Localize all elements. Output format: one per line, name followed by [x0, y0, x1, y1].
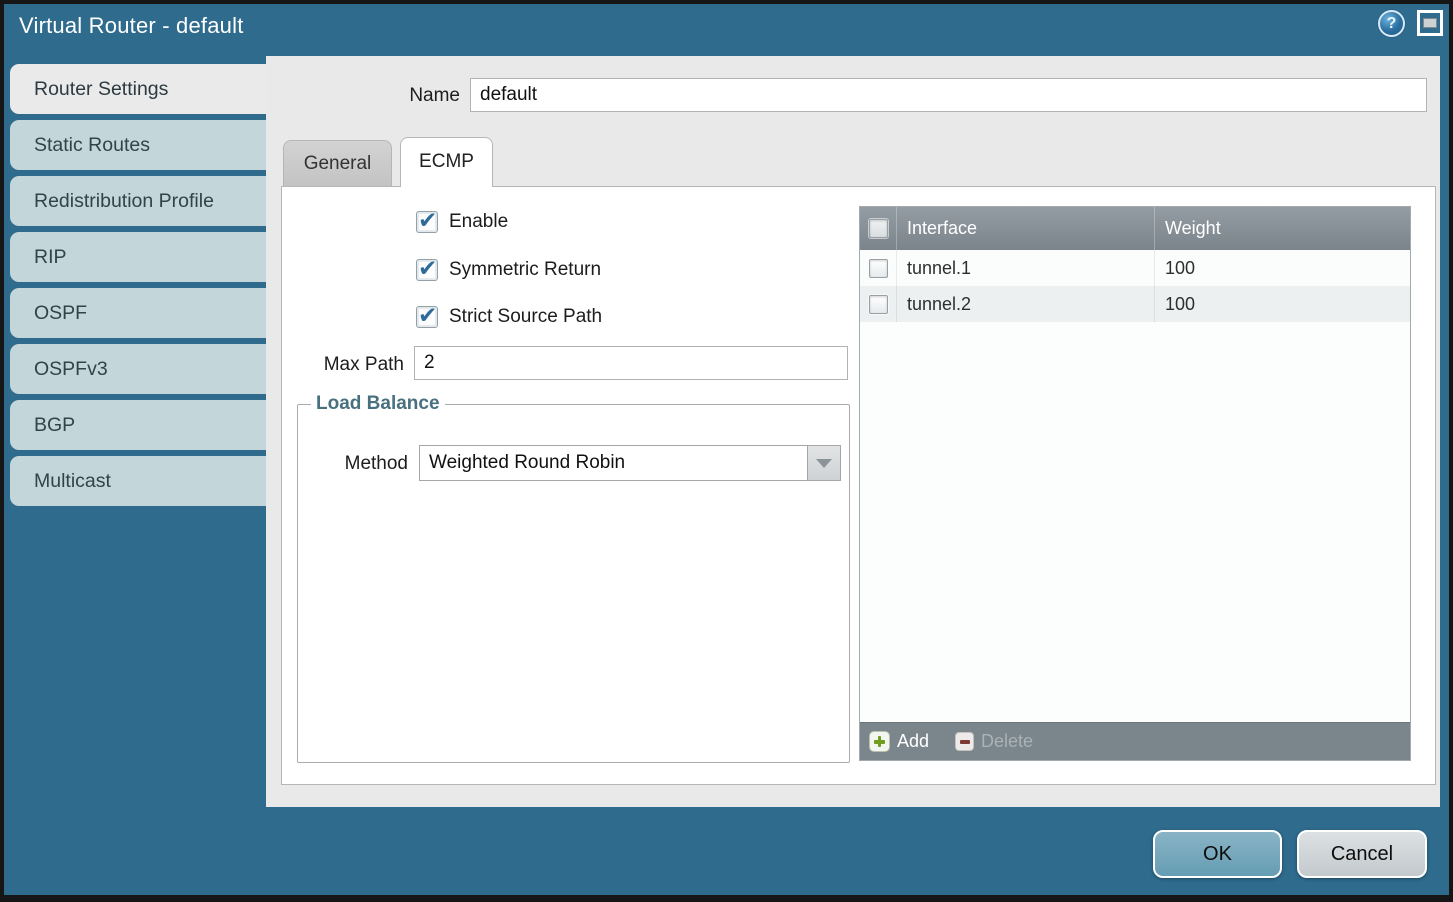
weight-cell[interactable]: 100 — [1155, 286, 1410, 322]
sidebar-item-rip[interactable]: RIP — [10, 232, 266, 282]
method-label: Method — [298, 453, 408, 475]
row-checkbox[interactable] — [869, 259, 888, 278]
interface-cell[interactable]: tunnel.2 — [897, 286, 1155, 322]
interface-table: Interface Weight tunnel.1 100 tunnel.2 1… — [859, 206, 1411, 761]
plus-icon — [869, 731, 890, 752]
interface-table-toolbar: Add Delete — [860, 722, 1410, 760]
max-path-input[interactable] — [414, 346, 848, 380]
table-row[interactable]: tunnel.2 100 — [860, 286, 1410, 322]
tab-ecmp[interactable]: ECMP — [400, 137, 493, 187]
symmetric-return-label: Symmetric Return — [449, 259, 601, 281]
cancel-button[interactable]: Cancel — [1297, 830, 1427, 878]
max-path-label: Max Path — [292, 354, 404, 376]
virtual-router-dialog: Virtual Router - default ? Router Settin… — [0, 0, 1453, 902]
window-restore-glyph — [1423, 18, 1437, 28]
chevron-down-icon[interactable] — [807, 446, 840, 480]
sidebar-item-bgp[interactable]: BGP — [10, 400, 266, 450]
minus-icon — [955, 732, 974, 751]
method-dropdown[interactable]: Weighted Round Robin — [419, 445, 841, 481]
sidebar-item-ospfv3[interactable]: OSPFv3 — [10, 344, 266, 394]
sidebar-item-multicast[interactable]: Multicast — [10, 456, 266, 506]
strict-source-path-label: Strict Source Path — [449, 306, 602, 328]
delete-button[interactable]: Delete — [955, 731, 1033, 752]
ecmp-panel: Enable Symmetric Return Strict Source Pa… — [281, 186, 1436, 785]
enable-checkbox[interactable] — [416, 211, 438, 233]
delete-button-label: Delete — [981, 731, 1033, 752]
load-balance-legend: Load Balance — [311, 393, 445, 415]
help-icon[interactable]: ? — [1378, 10, 1405, 37]
interface-cell[interactable]: tunnel.1 — [897, 250, 1155, 286]
strict-source-path-checkbox[interactable] — [416, 306, 438, 328]
method-dropdown-value: Weighted Round Robin — [429, 452, 625, 474]
interface-table-header: Interface Weight — [860, 207, 1410, 250]
sidebar: Router Settings Static Routes Redistribu… — [10, 64, 266, 512]
table-row[interactable]: tunnel.1 100 — [860, 250, 1410, 286]
name-label: Name — [330, 85, 460, 107]
row-checkbox-cell — [860, 286, 897, 322]
ok-button[interactable]: OK — [1153, 830, 1282, 878]
symmetric-return-checkbox[interactable] — [416, 259, 438, 281]
sidebar-item-redistribution-profile[interactable]: Redistribution Profile — [10, 176, 266, 226]
dialog-title: Virtual Router - default — [19, 13, 244, 39]
weight-cell[interactable]: 100 — [1155, 250, 1410, 286]
add-button-label: Add — [897, 731, 929, 752]
name-input[interactable] — [470, 78, 1427, 112]
sidebar-item-static-routes[interactable]: Static Routes — [10, 120, 266, 170]
sidebar-item-ospf[interactable]: OSPF — [10, 288, 266, 338]
add-button[interactable]: Add — [869, 731, 929, 752]
sidebar-item-router-settings[interactable]: Router Settings — [10, 64, 266, 114]
method-row: Method Weighted Round Robin — [298, 445, 849, 481]
row-checkbox-cell — [860, 250, 897, 286]
titlebar: Virtual Router - default ? — [0, 0, 1453, 56]
tab-general[interactable]: General — [283, 140, 392, 186]
row-checkbox[interactable] — [869, 295, 888, 314]
column-header-weight[interactable]: Weight — [1155, 207, 1410, 250]
column-header-interface[interactable]: Interface — [897, 207, 1155, 250]
window-restore-icon[interactable] — [1417, 10, 1443, 36]
load-balance-fieldset: Load Balance Method Weighted Round Robin — [297, 393, 850, 763]
header-checkbox-cell — [860, 207, 897, 250]
enable-label: Enable — [449, 211, 508, 233]
select-all-checkbox[interactable] — [869, 219, 888, 238]
